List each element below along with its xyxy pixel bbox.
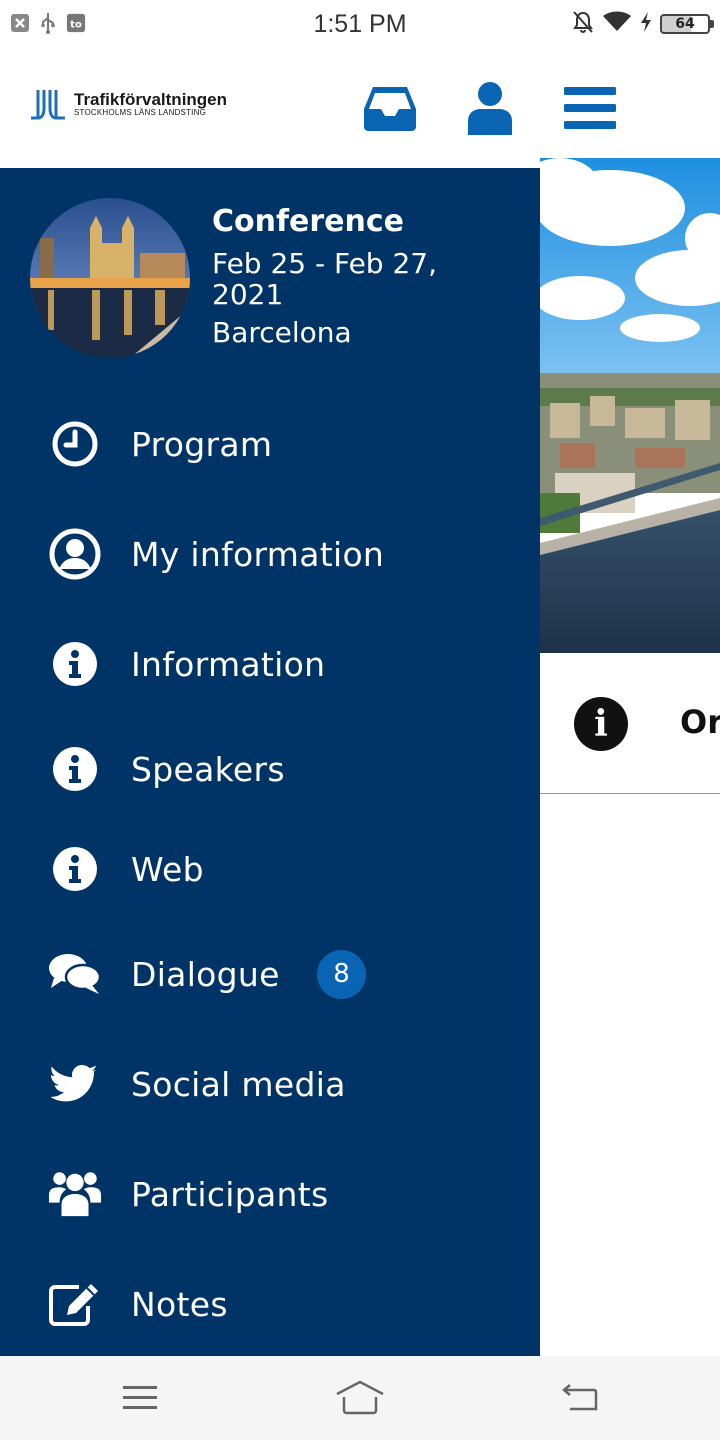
- info-icon: [48, 842, 102, 896]
- event-location: Barcelona: [212, 316, 352, 349]
- menu-item-label: Participants: [131, 1174, 329, 1214]
- dialogue-count-badge: 8: [317, 949, 366, 999]
- info-row[interactable]: i Or: [540, 653, 720, 794]
- event-image: [30, 198, 190, 358]
- menu-item-label: My information: [131, 534, 385, 574]
- logo-name: Trafikförvaltningen: [74, 90, 228, 109]
- hamburger-menu-button[interactable]: [560, 80, 620, 136]
- navigation-drawer: Conference Feb 25 - Feb 27, 2021 Barcelo…: [0, 168, 540, 1356]
- inbox-icon: [364, 87, 416, 131]
- menu-item-label: Information: [131, 644, 326, 684]
- user-icon: [468, 82, 512, 135]
- app-header: Trafikförvaltningen STOCKHOLMS LÄNS LAND…: [0, 50, 720, 158]
- menu-item-notes[interactable]: Notes: [0, 1259, 540, 1349]
- menu-item-participants[interactable]: Participants: [0, 1149, 540, 1239]
- hamburger-menu-icon: [564, 87, 616, 129]
- info-icon: i: [574, 697, 628, 751]
- home-button[interactable]: [330, 1376, 390, 1420]
- hero-image: [540, 158, 720, 653]
- users-icon: [48, 1167, 102, 1221]
- menu-item-social-media[interactable]: Social media: [0, 1039, 540, 1129]
- battery-level: 64: [675, 16, 695, 32]
- info-row-label: Or: [680, 703, 720, 741]
- battery-icon: 64: [660, 14, 714, 34]
- user-circle-icon: [48, 527, 102, 581]
- status-right-icons: 64: [572, 10, 714, 38]
- menu-icon: [123, 1386, 157, 1409]
- menu-item-label: Web: [131, 849, 204, 889]
- info-icon: [48, 742, 102, 796]
- menu-item-label: Social media: [131, 1064, 346, 1104]
- bell-off-icon: [572, 10, 594, 38]
- menu-item-information[interactable]: Information: [0, 619, 540, 709]
- charging-icon: [640, 11, 652, 37]
- twitter-icon: [48, 1057, 102, 1111]
- home-icon: [336, 1380, 384, 1415]
- event-dates: Feb 25 - Feb 27, 2021: [212, 247, 438, 311]
- brand-logo[interactable]: Trafikförvaltningen STOCKHOLMS LÄNS LAND…: [28, 88, 227, 120]
- edit-icon: [48, 1277, 102, 1331]
- info-icon: [48, 637, 102, 691]
- clock-icon: [48, 417, 102, 471]
- wifi-icon: [602, 11, 632, 37]
- logo-mark-icon: [31, 90, 65, 120]
- inbox-button[interactable]: [360, 80, 420, 136]
- menu-item-web[interactable]: Web: [0, 824, 540, 914]
- menu-item-program[interactable]: Program: [0, 399, 540, 489]
- menu-item-label: Dialogue: [131, 954, 280, 994]
- back-icon: [562, 1384, 598, 1411]
- event-title: Conference: [212, 204, 405, 239]
- menu-item-dialogue[interactable]: Dialogue 8: [0, 929, 540, 1019]
- status-bar: to 1:51 PM 64: [0, 0, 720, 50]
- profile-button[interactable]: [460, 80, 520, 136]
- chat-bubbles-icon: [48, 947, 102, 1001]
- menu-item-speakers[interactable]: Speakers: [0, 724, 540, 814]
- menu-item-label: Notes: [131, 1284, 228, 1324]
- menu-item-label: Speakers: [131, 749, 285, 789]
- menu-item-label: Program: [131, 424, 273, 464]
- back-button[interactable]: [550, 1376, 610, 1420]
- system-nav-bar: [0, 1356, 720, 1440]
- recent-apps-button[interactable]: [110, 1376, 170, 1420]
- logo-subtitle: STOCKHOLMS LÄNS LANDSTING: [74, 108, 206, 117]
- menu-item-my-information[interactable]: My information: [0, 509, 540, 599]
